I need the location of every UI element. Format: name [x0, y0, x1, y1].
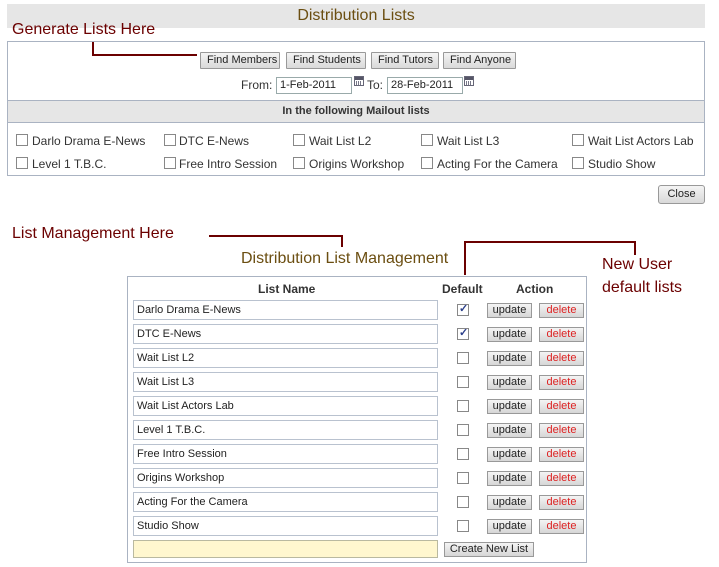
annotation-connector: [464, 241, 636, 243]
annotation-connector: [464, 241, 466, 275]
default-checkbox[interactable]: [457, 352, 469, 364]
list-name-input[interactable]: Level 1 T.B.C.: [133, 420, 438, 440]
mailout-label: Darlo Drama E-News: [32, 134, 146, 148]
mailout-label: Wait List Actors Lab: [588, 134, 694, 148]
mailout-checkbox[interactable]: [421, 157, 433, 169]
generate-panel: Find Members Find Students Find Tutors F…: [7, 41, 705, 176]
mailout-label: Wait List L2: [309, 134, 372, 148]
delete-button[interactable]: delete: [539, 399, 584, 414]
default-checkbox[interactable]: [457, 520, 469, 532]
column-header-action: Action: [516, 282, 554, 296]
mailout-label: Acting For the Camera: [437, 157, 558, 171]
mailout-label: Level 1 T.B.C.: [32, 157, 107, 171]
default-checkbox[interactable]: [457, 496, 469, 508]
find-students-button[interactable]: Find Students: [286, 52, 366, 69]
delete-button[interactable]: delete: [539, 495, 584, 510]
update-button[interactable]: update: [487, 423, 532, 438]
delete-button[interactable]: delete: [539, 327, 584, 342]
default-checkbox[interactable]: [457, 302, 469, 316]
delete-button[interactable]: delete: [539, 519, 584, 534]
update-button[interactable]: update: [487, 519, 532, 534]
mailout-checkbox[interactable]: [572, 157, 584, 169]
delete-button[interactable]: delete: [539, 303, 584, 318]
mailout-checkbox[interactable]: [16, 157, 28, 169]
find-anyone-button[interactable]: Find Anyone: [443, 52, 516, 69]
close-button[interactable]: Close: [658, 185, 705, 204]
annotation-management: List Management Here: [12, 225, 174, 242]
mailout-label: Free Intro Session: [179, 157, 278, 171]
list-name-input[interactable]: Wait List Actors Lab: [133, 396, 438, 416]
default-checkbox[interactable]: [457, 424, 469, 436]
default-checkbox[interactable]: [457, 400, 469, 412]
annotation-new-user: default lists: [602, 279, 683, 296]
mailout-checkbox[interactable]: [16, 134, 28, 146]
delete-button[interactable]: delete: [539, 375, 584, 390]
find-tutors-button[interactable]: Find Tutors: [371, 52, 439, 69]
default-checkbox[interactable]: [457, 326, 469, 340]
calendar-icon[interactable]: [354, 76, 364, 86]
to-label: To:: [367, 78, 384, 92]
annotation-connector: [634, 241, 636, 255]
column-header-default: Default: [442, 282, 483, 296]
new-list-input[interactable]: [133, 540, 438, 558]
mailout-label: DTC E-News: [179, 134, 250, 148]
update-button[interactable]: update: [487, 375, 532, 390]
mailout-label: Origins Workshop: [309, 157, 405, 171]
update-button[interactable]: update: [487, 399, 532, 414]
mailout-header: In the following Mailout lists: [8, 100, 704, 123]
from-label: From:: [241, 78, 273, 92]
default-checkbox[interactable]: [457, 376, 469, 388]
list-name-input[interactable]: Origins Workshop: [133, 468, 438, 488]
find-members-button[interactable]: Find Members: [200, 52, 280, 69]
mailout-label: Wait List L3: [437, 134, 500, 148]
mailout-checkbox[interactable]: [572, 134, 584, 146]
list-name-input[interactable]: Wait List L2: [133, 348, 438, 368]
annotation-connector: [209, 235, 343, 237]
update-button[interactable]: update: [487, 351, 532, 366]
delete-button[interactable]: delete: [539, 447, 584, 462]
create-new-list-button[interactable]: Create New List: [444, 542, 534, 557]
list-name-input[interactable]: Wait List L3: [133, 372, 438, 392]
update-button[interactable]: update: [487, 303, 532, 318]
list-name-input[interactable]: Darlo Drama E-News: [133, 300, 438, 320]
update-button[interactable]: update: [487, 495, 532, 510]
mailout-checkbox[interactable]: [293, 157, 305, 169]
column-header-name: List Name: [258, 282, 316, 296]
list-name-input[interactable]: Free Intro Session: [133, 444, 438, 464]
mailout-checkbox[interactable]: [164, 157, 176, 169]
mailout-label: Studio Show: [588, 157, 656, 171]
list-name-input[interactable]: Studio Show: [133, 516, 438, 536]
calendar-icon[interactable]: [464, 76, 474, 86]
to-date-input[interactable]: 28-Feb-2011: [387, 77, 463, 94]
annotation-new-user: New User: [602, 256, 673, 273]
mailout-checkbox[interactable]: [164, 134, 176, 146]
management-title: Distribution List Management: [241, 250, 449, 267]
mailout-checkbox[interactable]: [421, 134, 433, 146]
mailout-checkbox[interactable]: [293, 134, 305, 146]
delete-button[interactable]: delete: [539, 423, 584, 438]
delete-button[interactable]: delete: [539, 351, 584, 366]
update-button[interactable]: update: [487, 447, 532, 462]
annotation-generate: Generate Lists Here: [12, 21, 156, 38]
default-checkbox[interactable]: [457, 472, 469, 484]
update-button[interactable]: update: [487, 327, 532, 342]
default-checkbox[interactable]: [457, 448, 469, 460]
annotation-connector: [341, 235, 343, 247]
management-panel: List Name Default Action Darlo Drama E-N…: [127, 276, 587, 563]
from-date-input[interactable]: 1-Feb-2011: [276, 77, 352, 94]
list-name-input[interactable]: Acting For the Camera: [133, 492, 438, 512]
update-button[interactable]: update: [487, 471, 532, 486]
delete-button[interactable]: delete: [539, 471, 584, 486]
list-name-input[interactable]: DTC E-News: [133, 324, 438, 344]
